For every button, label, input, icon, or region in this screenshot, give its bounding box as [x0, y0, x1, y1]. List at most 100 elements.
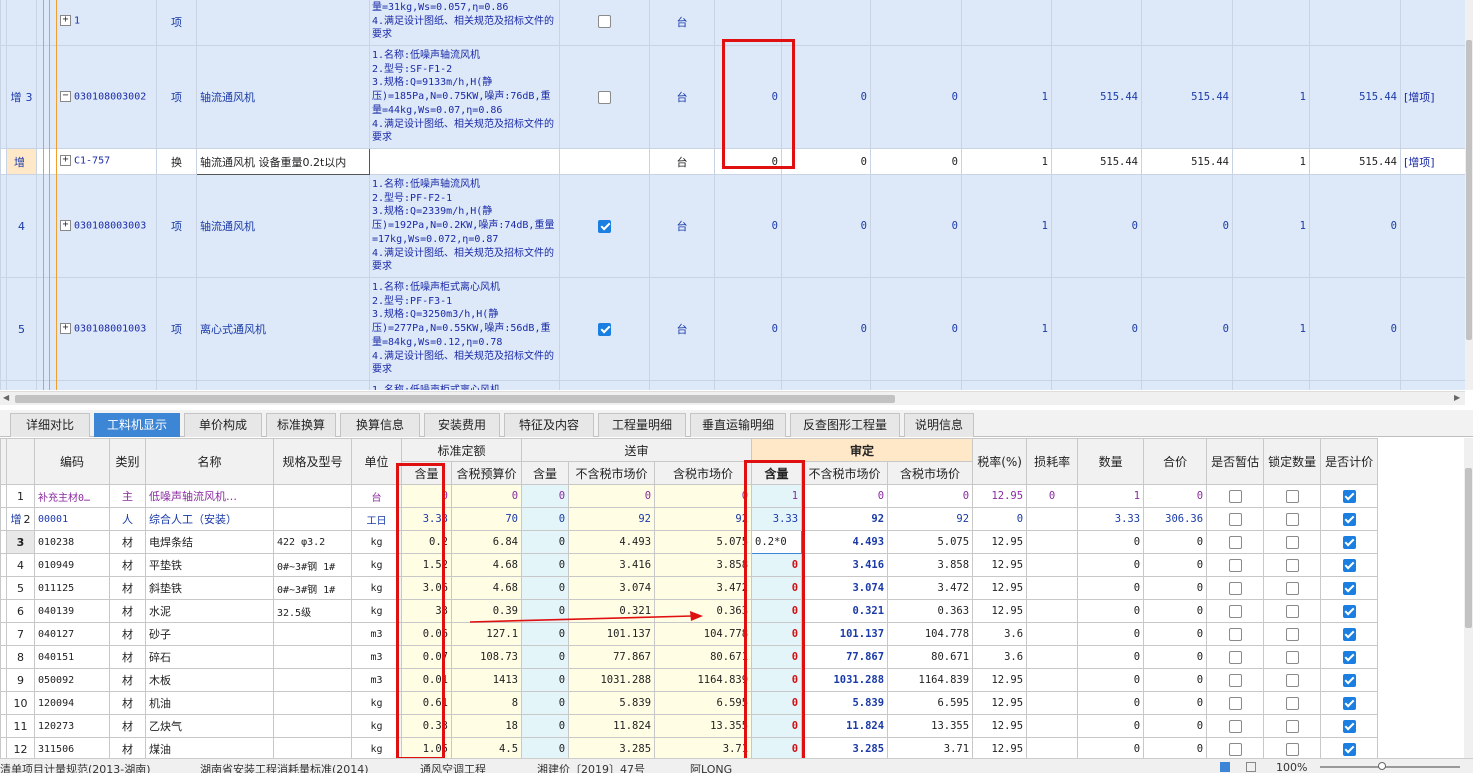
item-value-c3[interactable]: 0	[870, 277, 962, 381]
item-unit[interactable]: 台	[649, 277, 715, 381]
material-name[interactable]: 砂子	[145, 622, 274, 646]
item-code[interactable]: + C1-757	[56, 148, 157, 175]
checkbox[interactable]	[1228, 581, 1242, 595]
amount[interactable]: 0	[1077, 714, 1145, 738]
checkbox[interactable]	[1342, 696, 1356, 710]
row-index[interactable]: 增2	[6, 507, 35, 531]
material-type[interactable]: 材	[109, 622, 146, 646]
item-value-c4[interactable]: 1	[961, 148, 1052, 175]
checkbox[interactable]	[1285, 581, 1299, 595]
bill-row[interactable]: 5 +030108001003 项离心式通风机 1.名称:低噪声柜式离心风机 2.型号:…	[0, 277, 1465, 381]
audit-tax-market[interactable]: 3.858	[887, 553, 974, 577]
material-name[interactable]: 平垫铁	[145, 553, 274, 577]
zoom-slider-handle[interactable]	[1378, 762, 1386, 770]
item-flag[interactable]	[559, 174, 650, 278]
flag-est[interactable]	[1206, 530, 1265, 554]
material-code[interactable]: 040127	[34, 622, 110, 646]
send-qty[interactable]: 0	[521, 737, 570, 758]
scroll-thumb[interactable]	[15, 395, 895, 403]
tax-rate[interactable]: 3.6	[972, 622, 1028, 646]
flag-priced[interactable]	[1320, 530, 1379, 554]
send-notax-market[interactable]: 11.824	[568, 714, 656, 738]
item-description[interactable]	[369, 148, 560, 175]
item-value-c5[interactable]: 515.44	[1051, 148, 1142, 175]
checkbox[interactable]	[1342, 512, 1356, 526]
flag-lock[interactable]	[1263, 530, 1322, 554]
flag-priced[interactable]	[1320, 484, 1379, 508]
checkbox[interactable]	[1228, 604, 1242, 618]
tab-3[interactable]: 单价构成	[184, 413, 262, 437]
item-unit[interactable]: 台	[649, 148, 715, 175]
material-unit[interactable]: kg	[351, 599, 402, 623]
item-flag[interactable]	[559, 277, 650, 381]
audit-notax-market[interactable]: 11.824	[801, 714, 889, 738]
material-code[interactable]: 040151	[34, 645, 110, 669]
row-index[interactable]: 增	[6, 148, 37, 175]
checkbox[interactable]	[1342, 558, 1356, 572]
checkbox[interactable]	[1342, 489, 1356, 503]
audit-qty[interactable]: 0	[751, 599, 803, 623]
audit-notax-market[interactable]: 0.321	[801, 599, 889, 623]
material-unit[interactable]: kg	[351, 691, 402, 715]
scroll-right-icon[interactable]: ▶	[1454, 393, 1460, 402]
send-tax-market[interactable]: 5.075	[654, 530, 753, 554]
checkbox[interactable]	[1342, 604, 1356, 618]
tax-rate[interactable]: 12.95	[972, 576, 1028, 600]
tax-rate[interactable]: 12.95	[972, 530, 1028, 554]
expand-icon[interactable]: +	[60, 15, 71, 27]
item-description[interactable]: 1.名称:低噪声柜式离心风机	[369, 380, 560, 390]
audit-notax-market[interactable]: 0	[801, 484, 889, 508]
std-tax-budget[interactable]: 4.5	[450, 737, 523, 758]
checkbox[interactable]	[598, 322, 611, 336]
item-type[interactable]: 项	[156, 45, 197, 149]
std-qty[interactable]: 0.2	[401, 530, 452, 554]
material-spec[interactable]	[273, 622, 352, 646]
send-tax-market[interactable]: 92	[654, 507, 753, 531]
send-notax-market[interactable]: 5.839	[568, 691, 656, 715]
item-value-c1[interactable]: 0	[714, 277, 782, 381]
loss-rate[interactable]	[1026, 553, 1079, 577]
loss-rate[interactable]: 0	[1026, 484, 1079, 508]
send-tax-market[interactable]: 3.71	[654, 737, 753, 758]
flag-lock[interactable]	[1263, 714, 1322, 738]
material-type[interactable]: 主	[109, 484, 146, 508]
tab-7[interactable]: 特征及内容	[504, 413, 594, 437]
total-price[interactable]: 0	[1143, 576, 1208, 600]
material-type[interactable]: 材	[109, 668, 146, 692]
audit-notax-market[interactable]: 101.137	[801, 622, 889, 646]
checkbox[interactable]	[1342, 627, 1356, 641]
item-value-c2[interactable]: 0	[781, 148, 871, 175]
checkbox[interactable]	[1285, 673, 1299, 687]
item-name[interactable]: 轴流通风机	[196, 174, 370, 278]
scroll-thumb[interactable]	[1466, 40, 1472, 340]
flag-priced[interactable]	[1320, 714, 1379, 738]
header-type[interactable]: 类别	[109, 438, 146, 485]
material-spec[interactable]	[273, 714, 352, 738]
material-code[interactable]: 120273	[34, 714, 110, 738]
send-qty[interactable]: 0	[521, 507, 570, 531]
audit-qty[interactable]: 0	[751, 645, 803, 669]
material-spec[interactable]	[273, 507, 352, 531]
checkbox[interactable]	[1285, 489, 1299, 503]
item-name[interactable]	[196, 380, 370, 390]
send-notax-market[interactable]: 3.416	[568, 553, 656, 577]
checkbox[interactable]	[1342, 742, 1356, 756]
material-row[interactable]: 3 010238 材电焊条结 422 φ3.2 kg 0.2 6.84 0 4.493 5.075…	[0, 530, 1379, 554]
audit-tax-market[interactable]: 104.778	[887, 622, 974, 646]
send-qty[interactable]: 0	[521, 553, 570, 577]
header-loss[interactable]: 损耗率	[1026, 438, 1079, 485]
item-value-c8[interactable]	[1309, 380, 1401, 390]
item-value-c8[interactable]: 515.44	[1309, 148, 1401, 175]
item-value-c7[interactable]	[1232, 0, 1310, 46]
item-value-c3[interactable]: 0	[870, 174, 962, 278]
item-name[interactable]: 离心式通风机	[196, 277, 370, 381]
item-value-c6[interactable]	[1141, 0, 1233, 46]
item-value-c6[interactable]: 0	[1141, 174, 1233, 278]
flag-lock[interactable]	[1263, 737, 1322, 758]
std-tax-budget[interactable]: 4.68	[450, 576, 523, 600]
bill-row[interactable]: 1.名称:低噪声柜式离心风机	[0, 380, 1465, 390]
item-flag[interactable]	[559, 148, 650, 175]
total-price[interactable]: 0	[1143, 691, 1208, 715]
flag-est[interactable]	[1206, 599, 1265, 623]
std-tax-budget[interactable]: 0	[450, 484, 523, 508]
